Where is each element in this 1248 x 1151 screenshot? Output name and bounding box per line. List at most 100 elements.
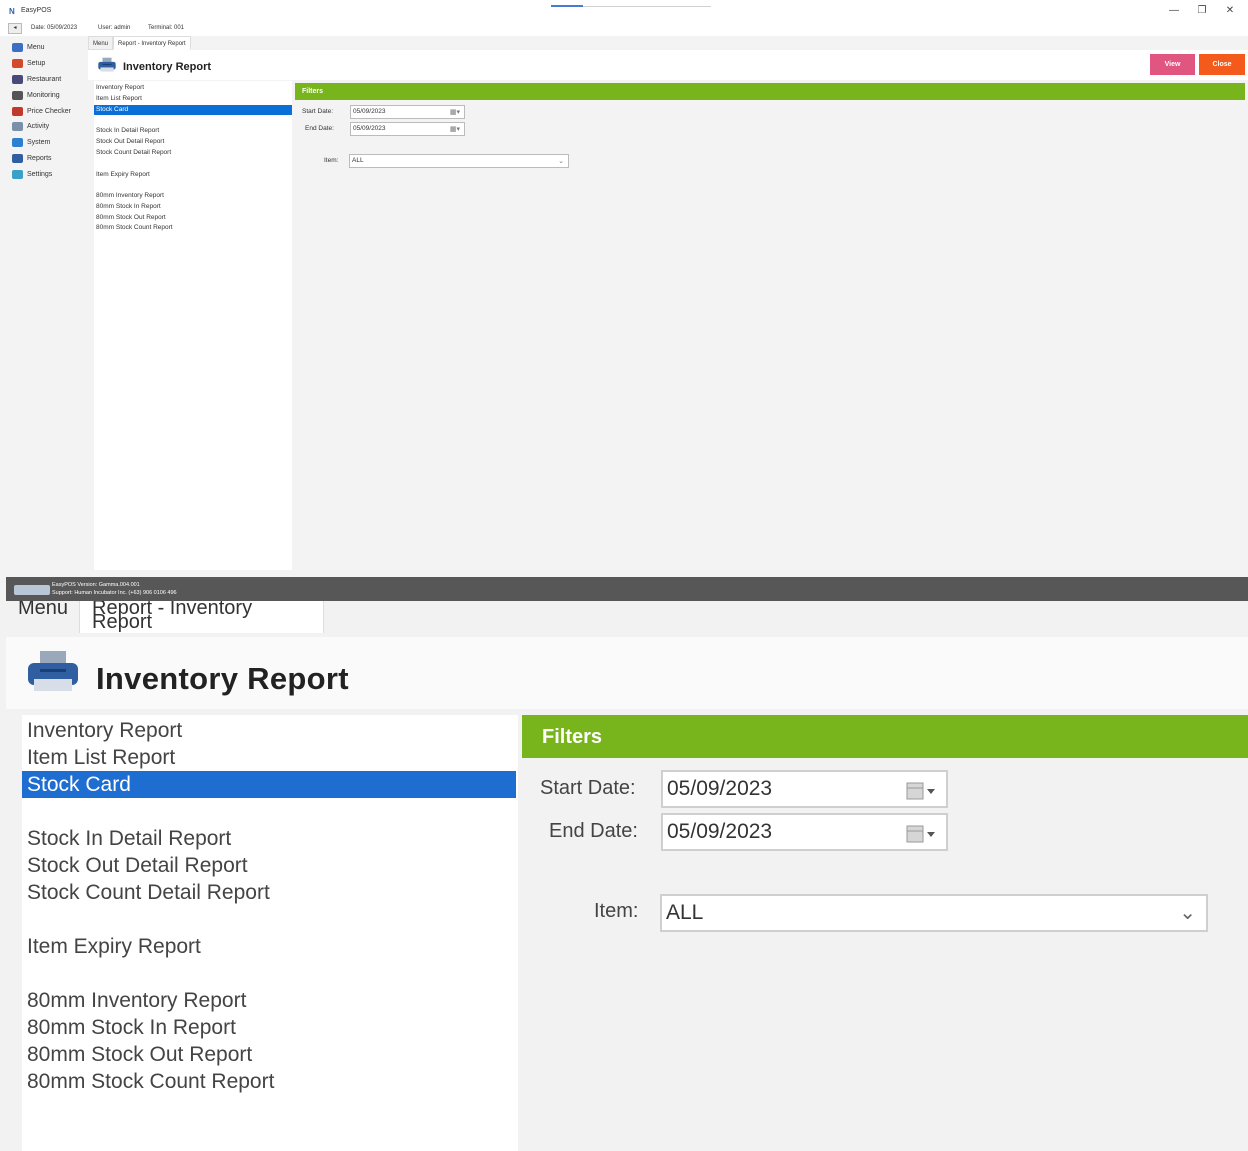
title-progress-bar xyxy=(551,5,711,7)
title-bar: N EasyPOS — ❐ ✕ xyxy=(0,0,1248,22)
report-item-80mm-stock-in-report[interactable]: 80mm Stock In Report xyxy=(94,202,292,212)
restaurant-icon xyxy=(12,74,23,84)
close-button[interactable]: Close xyxy=(1199,54,1245,75)
system-icon xyxy=(12,138,23,148)
report-list: Inventory Report Item List Report Stock Ca… xyxy=(22,715,518,1151)
report-item-stock-count-detail-report[interactable]: Stock Count Detail Report xyxy=(94,148,292,158)
sidebar-item-label: Settings xyxy=(27,170,53,178)
calendar-icon[interactable]: ▦▾ xyxy=(450,107,460,119)
sidebar-item-label: System xyxy=(27,139,51,147)
end-date-value: 05/09/2023 xyxy=(353,125,386,132)
sidebar-item-label: Menu xyxy=(27,44,45,52)
report-item-80mm-stock-count-report[interactable]: 80mm Stock Count Report xyxy=(94,223,292,233)
item-select[interactable]: ALL ⌄ xyxy=(660,894,1208,932)
page-title: Inventory Report xyxy=(96,661,349,696)
reports-icon xyxy=(12,153,23,163)
sidebar-item-reports[interactable]: Reports xyxy=(6,151,86,167)
report-item-80mm-stock-out-report[interactable]: 80mm Stock Out Report xyxy=(94,213,292,223)
report-item-item-list-report[interactable]: Item List Report xyxy=(22,744,516,771)
full-window: N EasyPOS — ❐ ✕ ◂ Date: 05/09/2023 User:… xyxy=(0,0,1248,601)
report-item-stock-out-detail-report[interactable]: Stock Out Detail Report xyxy=(94,137,292,147)
report-item-stock-card[interactable]: Stock Card xyxy=(22,771,516,798)
filters-header: Filters xyxy=(295,83,1245,100)
tab-menu[interactable]: Menu xyxy=(6,601,80,633)
report-item-inventory-report[interactable]: Inventory Report xyxy=(22,717,516,744)
page-title: Inventory Report xyxy=(123,61,212,73)
activity-icon xyxy=(12,122,23,132)
tab-menu-label: Menu xyxy=(18,601,69,619)
filters-header: Filters xyxy=(522,715,1248,758)
sidebar-item-label: Monitoring xyxy=(27,91,60,99)
user-text: User: admin xyxy=(98,25,131,31)
calendar-icon[interactable] xyxy=(906,825,936,843)
calendar-icon[interactable]: ▦▾ xyxy=(450,124,460,136)
page-header: Inventory Report xyxy=(6,637,1248,709)
end-date-label: End Date: xyxy=(549,820,638,842)
report-item-stock-in-detail-report[interactable]: Stock In Detail Report xyxy=(22,825,516,852)
menu-icon xyxy=(12,43,23,53)
end-date-input[interactable]: 05/09/2023 xyxy=(661,813,948,851)
support-text: Support: Human Incubator Inc. (+63) 906 … xyxy=(52,590,177,596)
start-date-value: 05/09/2023 xyxy=(353,108,386,115)
start-date-input[interactable]: 05/09/2023 xyxy=(661,770,948,808)
app-logo-icon: N xyxy=(9,7,15,16)
close-window-button[interactable]: ✕ xyxy=(1216,3,1244,19)
monitoring-icon xyxy=(12,90,23,100)
report-item-item-list-report[interactable]: Item List Report xyxy=(94,94,292,104)
sidebar-item-activity[interactable]: Activity xyxy=(6,119,86,135)
tab-menu[interactable]: Menu xyxy=(88,36,114,50)
report-item-80mm-stock-out-report[interactable]: 80mm Stock Out Report xyxy=(22,1041,516,1068)
sidebar-item-system[interactable]: System xyxy=(6,135,86,151)
end-date-input[interactable]: 05/09/2023 ▦▾ xyxy=(350,122,465,136)
page-header: Inventory Report View Close xyxy=(88,50,1248,80)
report-item-item-expiry-report[interactable]: Item Expiry Report xyxy=(94,170,292,180)
report-item-stock-count-detail-report[interactable]: Stock Count Detail Report xyxy=(22,879,516,906)
report-item-80mm-stock-count-report[interactable]: 80mm Stock Count Report xyxy=(22,1068,516,1095)
chevron-down-icon[interactable]: ⌄ xyxy=(1179,896,1196,930)
sidebar-item-restaurant[interactable]: Restaurant xyxy=(6,72,86,88)
item-value: ALL xyxy=(666,901,704,924)
report-item-inventory-report[interactable]: Inventory Report xyxy=(94,83,292,93)
sidebar-item-menu[interactable]: Menu xyxy=(6,40,86,56)
printer-icon xyxy=(98,57,116,72)
terminal-text: Terminal: 001 xyxy=(148,25,185,31)
sidebar-item-monitoring[interactable]: Monitoring xyxy=(6,87,86,103)
collapse-arrow-icon[interactable]: ◂ xyxy=(8,23,22,34)
sidebar-item-label: Restaurant xyxy=(27,75,62,83)
item-select[interactable]: ALL ⌄ xyxy=(349,154,569,168)
printer-icon xyxy=(28,651,78,691)
sidebar-item-label: Price Checker xyxy=(27,107,71,115)
sidebar-item-label: Activity xyxy=(27,123,50,131)
sidebar-item-label: Reports xyxy=(27,154,52,162)
tab-strip: Menu Report - Inventory Report xyxy=(88,36,191,50)
version-text: EasyPOS Version: Gamma.004.001 xyxy=(52,582,140,588)
item-value: ALL xyxy=(352,157,364,164)
minimize-button[interactable]: — xyxy=(1160,3,1188,19)
start-date-label: Start Date: xyxy=(540,777,636,799)
sidebar-item-setup[interactable]: Setup xyxy=(6,56,86,72)
zoom-tab-strip: Menu Report - Inventory Report xyxy=(6,601,1248,633)
sidebar-item-settings[interactable]: Settings xyxy=(6,166,86,182)
report-item-80mm-stock-in-report[interactable]: 80mm Stock In Report xyxy=(22,1014,516,1041)
tab-inventory-report[interactable]: Report - Inventory Report xyxy=(113,36,191,50)
report-item-80mm-inventory-report[interactable]: 80mm Inventory Report xyxy=(94,191,292,201)
report-item-stock-out-detail-report[interactable]: Stock Out Detail Report xyxy=(22,852,516,879)
report-item-stock-card[interactable]: Stock Card xyxy=(94,104,292,115)
restore-button[interactable]: ❐ xyxy=(1188,3,1216,19)
tab-inventory-report[interactable]: Report - Inventory Report xyxy=(80,601,324,633)
tab-report-label: Report - Inventory Report xyxy=(92,601,253,633)
report-item-stock-in-detail-report[interactable]: Stock In Detail Report xyxy=(94,126,292,136)
start-date-label: Start Date: xyxy=(302,108,334,115)
chevron-down-icon[interactable]: ⌄ xyxy=(558,156,564,168)
company-logo xyxy=(14,585,50,595)
calendar-icon[interactable] xyxy=(906,782,936,800)
report-item-item-expiry-report[interactable]: Item Expiry Report xyxy=(22,933,516,960)
end-date-label: End Date: xyxy=(305,125,334,132)
view-button[interactable]: View xyxy=(1150,54,1195,75)
end-date-value: 05/09/2023 xyxy=(667,820,773,843)
report-list: Inventory Report Item List Report Stock Ca… xyxy=(94,81,292,570)
sidebar-item-price-checker[interactable]: Price Checker xyxy=(6,103,86,119)
report-item-80mm-inventory-report[interactable]: 80mm Inventory Report xyxy=(22,987,516,1014)
start-date-input[interactable]: 05/09/2023 ▦▾ xyxy=(350,105,465,119)
item-label: Item: xyxy=(324,157,339,164)
